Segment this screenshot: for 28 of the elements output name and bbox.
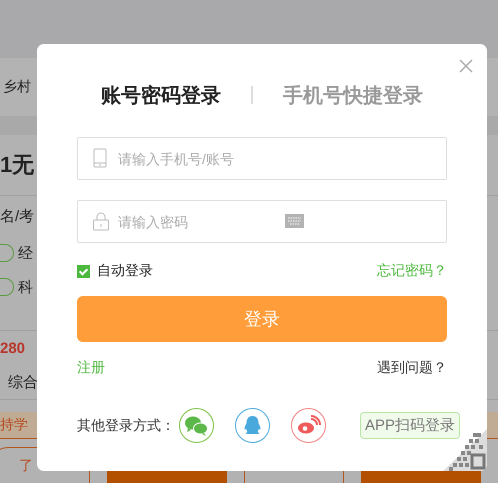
account-field[interactable]: 请输入手机号/账号 <box>77 137 447 180</box>
close-icon[interactable] <box>459 59 473 73</box>
price-text: 280 <box>0 340 26 356</box>
radio-icon[interactable] <box>0 278 14 296</box>
weibo-icon[interactable] <box>291 408 326 443</box>
login-tab[interactable]: 账号密码登录 <box>101 82 221 108</box>
option-label: 科 <box>18 278 33 296</box>
other-methods-label: 其他登录方式： <box>77 416 175 434</box>
keyboard-icon[interactable] <box>285 214 304 228</box>
nav-item[interactable]: 乡村 <box>0 78 31 96</box>
password-field[interactable]: 请输入密码 <box>77 200 447 243</box>
forgot-password-link[interactable]: 忘记密码？ <box>377 262 447 280</box>
radio-icon[interactable] <box>0 244 14 262</box>
qr-login-tooltip[interactable]: APP扫码登录 <box>360 412 460 439</box>
category-label: 综合 <box>8 372 38 392</box>
checkbox-label[interactable]: 自动登录 <box>97 262 153 280</box>
penguin-icon[interactable] <box>235 408 270 443</box>
help-link[interactable]: 遇到问题？ <box>377 359 447 377</box>
login-tab[interactable]: 手机号快捷登录 <box>283 82 423 108</box>
notice-text: 持学 <box>0 416 28 434</box>
register-link[interactable]: 注册 <box>77 359 105 377</box>
wechat-icon[interactable] <box>179 408 214 443</box>
phone-icon <box>93 148 107 168</box>
page-title: 1无 <box>0 151 34 179</box>
option-label: 经 <box>18 244 33 262</box>
checkbox[interactable] <box>77 264 90 278</box>
lock-icon <box>93 211 109 231</box>
page-subtitle: 名/考 <box>0 206 34 226</box>
